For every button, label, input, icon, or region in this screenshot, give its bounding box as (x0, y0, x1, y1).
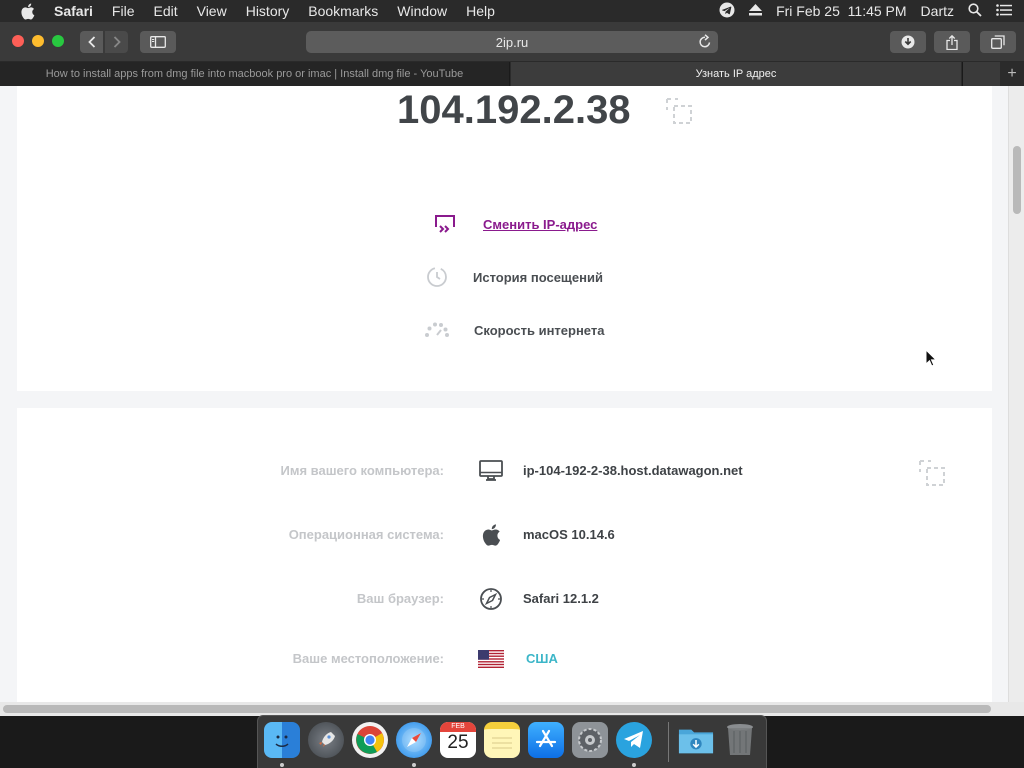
chevron-right-icon (113, 36, 121, 48)
share-button[interactable] (934, 31, 970, 53)
minimize-window-button[interactable] (32, 35, 44, 47)
zoom-window-button[interactable] (52, 35, 64, 47)
os-value: macOS 10.14.6 (523, 527, 615, 542)
forward-button[interactable] (105, 31, 128, 53)
menu-bookmarks[interactable]: Bookmarks (308, 3, 378, 19)
download-icon (901, 35, 915, 49)
location-label: Ваше местоположение: (292, 651, 444, 666)
new-tab-button[interactable]: + (1000, 62, 1024, 86)
location-row: Ваше местоположение: США (17, 644, 992, 674)
back-button[interactable] (80, 31, 103, 53)
change-ip-link[interactable]: Сменить IP-адрес (431, 212, 597, 236)
menubar-clock[interactable]: Fri Feb 25 11:45 PM (776, 3, 906, 19)
tab-title: Узнать IP адрес (695, 68, 777, 80)
calendar-day: 25 (447, 732, 469, 753)
copy-ip-icon[interactable] (665, 97, 693, 130)
computer-name-row: Имя вашего компьютера: ip-104-192-2-38.h… (17, 456, 992, 486)
menu-bar: Safari File Edit View History Bookmarks … (0, 0, 1024, 22)
tab-title: How to install apps from dmg file into m… (45, 68, 464, 80)
us-flag-icon (477, 646, 505, 672)
finder-app-icon[interactable] (264, 722, 300, 758)
history-clock-icon (423, 265, 451, 289)
speed-test-link[interactable]: Скорость интернета (423, 318, 604, 342)
menubar-user[interactable]: Dartz (921, 3, 954, 19)
vertical-scrollbar[interactable] (1008, 86, 1024, 702)
menu-file[interactable]: File (112, 3, 135, 19)
system-preferences-app-icon[interactable] (572, 722, 608, 758)
browser-label: Ваш браузер: (356, 591, 444, 606)
calendar-app-icon[interactable]: FEB 25 (440, 722, 476, 758)
address-bar[interactable]: 2ip.ru (306, 31, 718, 53)
notes-app-icon[interactable] (484, 722, 520, 758)
safari-running-dot (412, 763, 416, 767)
dock: FEB 25 (257, 715, 767, 768)
computer-name-value: ip-104-192-2-38.host.datawagon.net (523, 463, 743, 478)
info-card: Имя вашего компьютера: ip-104-192-2-38.h… (17, 408, 992, 708)
trash-icon[interactable] (722, 722, 758, 758)
computer-name-label: Имя вашего компьютера: (280, 463, 444, 478)
tab-2ip[interactable]: Узнать IP адрес (511, 62, 961, 86)
copy-hostname-icon[interactable] (918, 459, 946, 492)
nav-buttons (80, 31, 128, 53)
change-ip-label: Сменить IP-адрес (483, 216, 598, 232)
launchpad-app-icon[interactable] (308, 722, 344, 758)
monitor-icon (477, 458, 505, 484)
tab-empty[interactable] (962, 62, 1000, 86)
history-label: История посещений (473, 269, 603, 285)
sidebar-icon (150, 36, 166, 48)
downloads-folder-icon[interactable] (678, 722, 714, 758)
change-ip-icon (431, 212, 459, 236)
reload-icon[interactable] (698, 34, 712, 52)
horizontal-scroll-thumb[interactable] (3, 705, 991, 713)
dock-separator (668, 722, 669, 762)
speedometer-icon (423, 318, 451, 342)
menu-window[interactable]: Window (397, 3, 447, 19)
address-url: 2ip.ru (495, 34, 529, 50)
tab-youtube[interactable]: How to install apps from dmg file into m… (0, 62, 510, 86)
chrome-app-icon[interactable] (352, 722, 388, 758)
spotlight-search-icon[interactable] (968, 2, 982, 20)
calendar-month: FEB (440, 722, 476, 732)
browser-value: Safari 12.1.2 (523, 591, 599, 606)
horizontal-scrollbar[interactable] (0, 702, 1024, 716)
safari-app-icon[interactable] (396, 722, 432, 758)
tab-bar: How to install apps from dmg file into m… (0, 62, 1024, 86)
chevron-left-icon (87, 36, 95, 48)
downloads-button[interactable] (890, 31, 926, 53)
eject-icon[interactable] (749, 3, 763, 19)
ip-address: 104.192.2.38 (397, 88, 631, 132)
os-label: Операционная система: (288, 527, 444, 542)
os-row: Операционная система: macOS 10.14.6 (17, 520, 992, 550)
web-page: 104.192.2.38 Сменить IP-адрес История по… (0, 86, 1024, 716)
menu-help[interactable]: Help (466, 3, 495, 19)
notification-center-icon[interactable] (996, 3, 1012, 19)
history-link[interactable]: История посещений (423, 265, 603, 289)
speed-label: Скорость интернета (474, 322, 605, 338)
apple-menu-icon[interactable] (20, 3, 38, 20)
finder-running-dot (280, 763, 284, 767)
menu-history[interactable]: History (246, 3, 290, 19)
tabs-overview-icon (991, 35, 1005, 49)
vertical-scroll-thumb[interactable] (1013, 146, 1021, 214)
telegram-running-dot (632, 763, 636, 767)
location-value[interactable]: США (526, 651, 558, 666)
telegram-app-icon[interactable] (616, 722, 652, 758)
compass-icon (477, 586, 505, 612)
mouse-pointer-icon (925, 348, 938, 372)
share-icon (946, 34, 958, 50)
menu-view[interactable]: View (197, 3, 227, 19)
show-tabs-button[interactable] (980, 31, 1016, 53)
app-store-app-icon[interactable] (528, 722, 564, 758)
telegram-status-icon[interactable] (719, 2, 735, 21)
menu-app-name[interactable]: Safari (54, 3, 93, 19)
browser-row: Ваш браузер: Safari 12.1.2 (17, 584, 992, 614)
ip-card: 104.192.2.38 Сменить IP-адрес История по… (17, 86, 992, 391)
close-window-button[interactable] (12, 35, 24, 47)
menu-edit[interactable]: Edit (153, 3, 177, 19)
sidebar-toggle-button[interactable] (140, 31, 176, 53)
browser-toolbar: 2ip.ru (0, 22, 1024, 62)
apple-icon (477, 522, 505, 548)
